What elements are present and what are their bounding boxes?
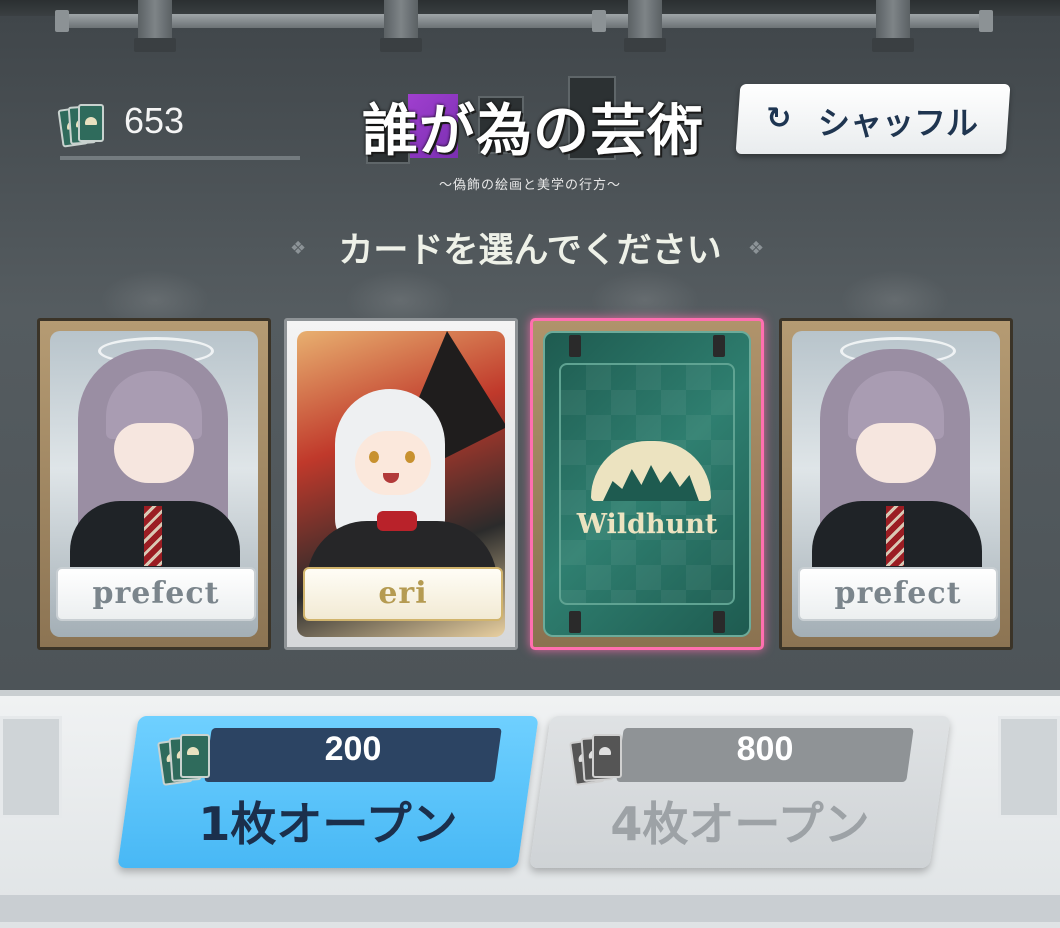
logo-title: 誰が為の芸術 [362,98,704,164]
card-slot-4[interactable]: prefect [779,318,1013,650]
open-one-button[interactable]: 200 1枚オープン [117,716,539,868]
card-name: prefect [92,576,220,611]
card-back: Wildhunt [543,331,751,637]
select-card-prompt: カードを選んでください [338,231,722,271]
shuffle-button[interactable]: ↻ シャッフル [735,84,1011,154]
spotlight-lamp [624,0,666,52]
rotate-icon: ↻ [766,101,792,136]
card-name: eri [378,576,428,611]
open-four-cost: 800 [736,730,794,768]
card-slot-2[interactable]: eri [284,318,518,650]
character-portrait: prefect [50,331,258,637]
card-slot-3[interactable]: Wildhunt [530,318,764,650]
open-four-button[interactable]: 800 4枚オープン [529,716,951,868]
card-nameplate: prefect [798,567,998,621]
shuffle-label: シャッフル [818,104,979,142]
card-nameplate: eri [303,567,503,621]
spotlight-lamp [134,0,176,52]
open-four-label: 4枚オープン [610,797,870,851]
currency-value: 653 [124,100,185,141]
card-stack-icon [157,734,220,786]
logo-subtitle: 〜偽飾の絵画と美学の行方〜 [438,178,621,193]
card-stack-icon [569,734,632,786]
track-mount [592,10,606,32]
track-end-right [979,10,993,32]
spotlight-lamp [380,0,422,52]
card-nameplate: prefect [56,567,256,621]
track-end-left [55,10,69,32]
card-name: prefect [834,576,962,611]
lamp-track [55,14,990,28]
ornament-right: ❖ [748,238,765,259]
card-slot-1[interactable]: prefect [37,318,271,650]
card-back-brand: Wildhunt [576,509,718,540]
panel-ledge-left [0,716,62,818]
card-stack-icon [57,104,110,148]
character-portrait: eri [297,331,505,637]
panel-base [0,895,1060,922]
spotlight-lamp [872,0,914,52]
panel-ledge-right [998,716,1060,818]
open-one-cost: 200 [324,730,382,768]
character-portrait: prefect [792,331,1000,637]
card-currency: 653 [57,98,300,160]
open-one-label: 1枚オープン [198,797,458,851]
